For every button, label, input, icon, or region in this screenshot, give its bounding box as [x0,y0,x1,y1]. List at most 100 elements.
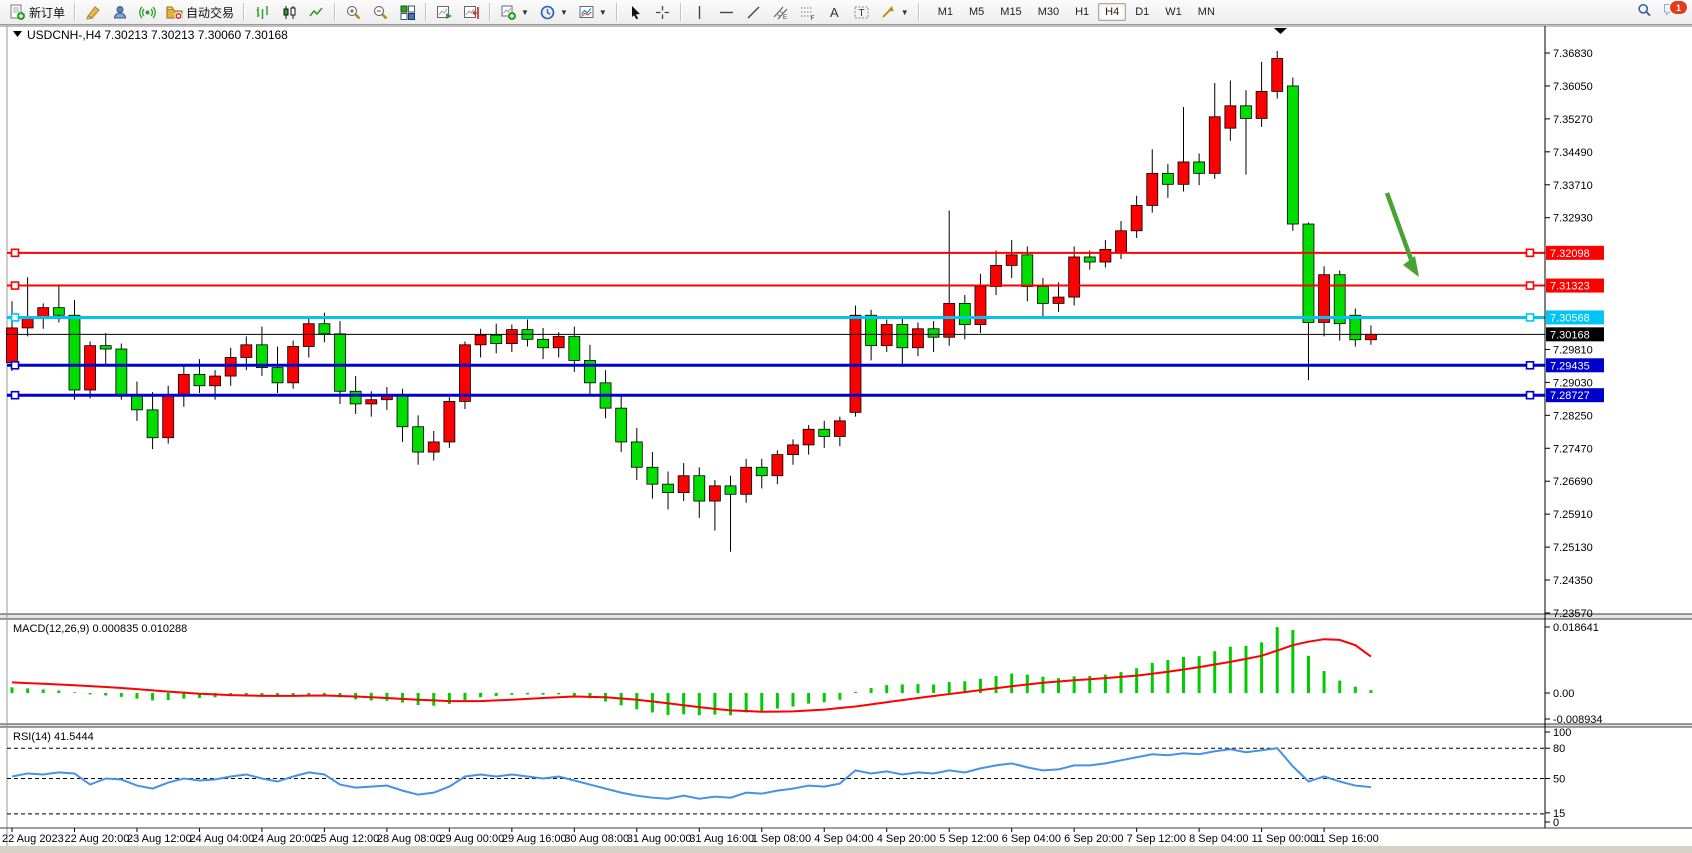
profile-button[interactable] [108,2,133,22]
toolbar-separator [489,3,491,21]
timeframe-mn[interactable]: MN [1191,3,1222,21]
timeframe-m30[interactable]: M30 [1031,3,1066,21]
new-order-button[interactable]: 新订单 [5,2,69,22]
time-label: 22 Aug 20:00 [64,833,129,845]
channel-icon: E [772,4,789,21]
fibonacci-button[interactable]: F [795,2,820,22]
time-label: 1 Sep 08:00 [752,833,811,845]
line-handle[interactable] [1527,314,1534,321]
timeframe-h1[interactable]: H1 [1068,3,1096,21]
periods-button[interactable]: ▼ [535,2,572,22]
candle [772,455,783,476]
rsi-tick-label: 80 [1553,743,1565,755]
price-tick-label: 7.25910 [1553,509,1593,521]
candle [413,427,424,452]
auto-trading-button[interactable]: 自动交易 [162,2,238,22]
new-chart-icon [500,4,517,21]
timeframe-w1[interactable]: W1 [1158,3,1189,21]
chart-shift-button[interactable] [459,2,484,22]
vertical-line-button[interactable] [687,2,712,22]
candle [366,400,377,404]
price-tick-label: 7.26690 [1553,476,1593,488]
line-handle[interactable] [12,362,19,369]
line-handle[interactable] [12,314,19,321]
new-chart-button[interactable]: ▼ [496,2,533,22]
trendline-icon [745,4,762,21]
time-label: 4 Sep 20:00 [877,833,936,845]
cursor-button[interactable] [623,2,648,22]
zoom-out-button[interactable] [368,2,393,22]
candle [116,349,127,395]
candle [631,442,642,467]
time-label: 5 Sep 12:00 [939,833,998,845]
timeframe-m15[interactable]: M15 [993,3,1028,21]
candle [1084,257,1095,262]
trendline-button[interactable] [741,2,766,22]
price-tick-label: 7.27470 [1553,443,1593,455]
panel-splitter[interactable] [0,614,1692,619]
radar-icon [139,4,156,21]
search-icon[interactable] [1636,2,1656,22]
line-handle[interactable] [1527,362,1534,369]
templates-button[interactable]: ▼ [574,2,611,22]
tile-windows-button[interactable] [395,2,420,22]
timeframe-d1[interactable]: D1 [1128,3,1156,21]
price-line-label: 7.30568 [1550,312,1590,324]
text-label-button[interactable]: T [849,2,874,22]
toolbar-separator [334,3,336,21]
line-handle[interactable] [1527,392,1534,399]
candle [397,395,408,426]
candle [1303,224,1314,322]
timeframe-m1[interactable]: M1 [931,3,960,21]
candle [1256,91,1267,118]
time-label: 6 Sep 20:00 [1064,833,1123,845]
price-tick-label: 7.29810 [1553,344,1593,356]
chart-area[interactable]: 7.368307.360507.352707.344907.337107.329… [0,25,1692,853]
channel-button[interactable]: E [768,2,793,22]
crosshair-button[interactable] [650,2,675,22]
candle [85,346,96,390]
arrow-objects-icon [880,4,897,21]
line-handle[interactable] [1527,249,1534,256]
candle [834,421,845,437]
candle [69,315,80,390]
line-handle[interactable] [1527,282,1534,289]
text-icon: A [826,4,843,21]
arrow-objects-button[interactable]: ▼ [876,2,913,22]
candle [7,328,18,363]
line-handle[interactable] [12,392,19,399]
candle [1240,106,1251,119]
line-mode-button[interactable] [304,2,329,22]
candle-mode-button[interactable] [277,2,302,22]
time-label: 22 Aug 2023 [2,833,64,845]
notifications-button[interactable]: 1 [1662,1,1686,23]
auto-scroll-button[interactable] [432,2,457,22]
crosshair-icon [654,4,671,21]
rsi-tick-label: 0 [1553,817,1559,829]
fibo-icon: F [799,4,816,21]
price-chart-canvas[interactable]: 7.368307.360507.352707.344907.337107.329… [0,25,1692,853]
price-line-label: 7.32098 [1550,248,1590,260]
text-button[interactable]: A [822,2,847,22]
hline-icon [718,4,735,21]
time-label: 11 Sep 00:00 [1252,833,1317,845]
candle [928,329,939,337]
timeframe-m5[interactable]: M5 [962,3,991,21]
candle [444,401,455,442]
line-handle[interactable] [12,249,19,256]
time-label: 31 Aug 16:00 [689,833,754,845]
line-handle[interactable] [12,282,19,289]
zoom-in-button[interactable] [341,2,366,22]
bar-chart-mode-button[interactable] [250,2,275,22]
chevron-down-icon: ▼ [901,8,909,17]
horizontal-line-button[interactable] [714,2,739,22]
crayon-button[interactable] [81,2,106,22]
window-bottom-edge [0,846,1692,853]
candle [100,346,111,349]
candle [553,336,564,347]
new-order-button-label: 新订单 [29,4,65,21]
radar-button[interactable] [135,2,160,22]
timeframe-h4[interactable]: H4 [1098,3,1126,21]
candle [741,467,752,494]
candle [53,308,64,316]
